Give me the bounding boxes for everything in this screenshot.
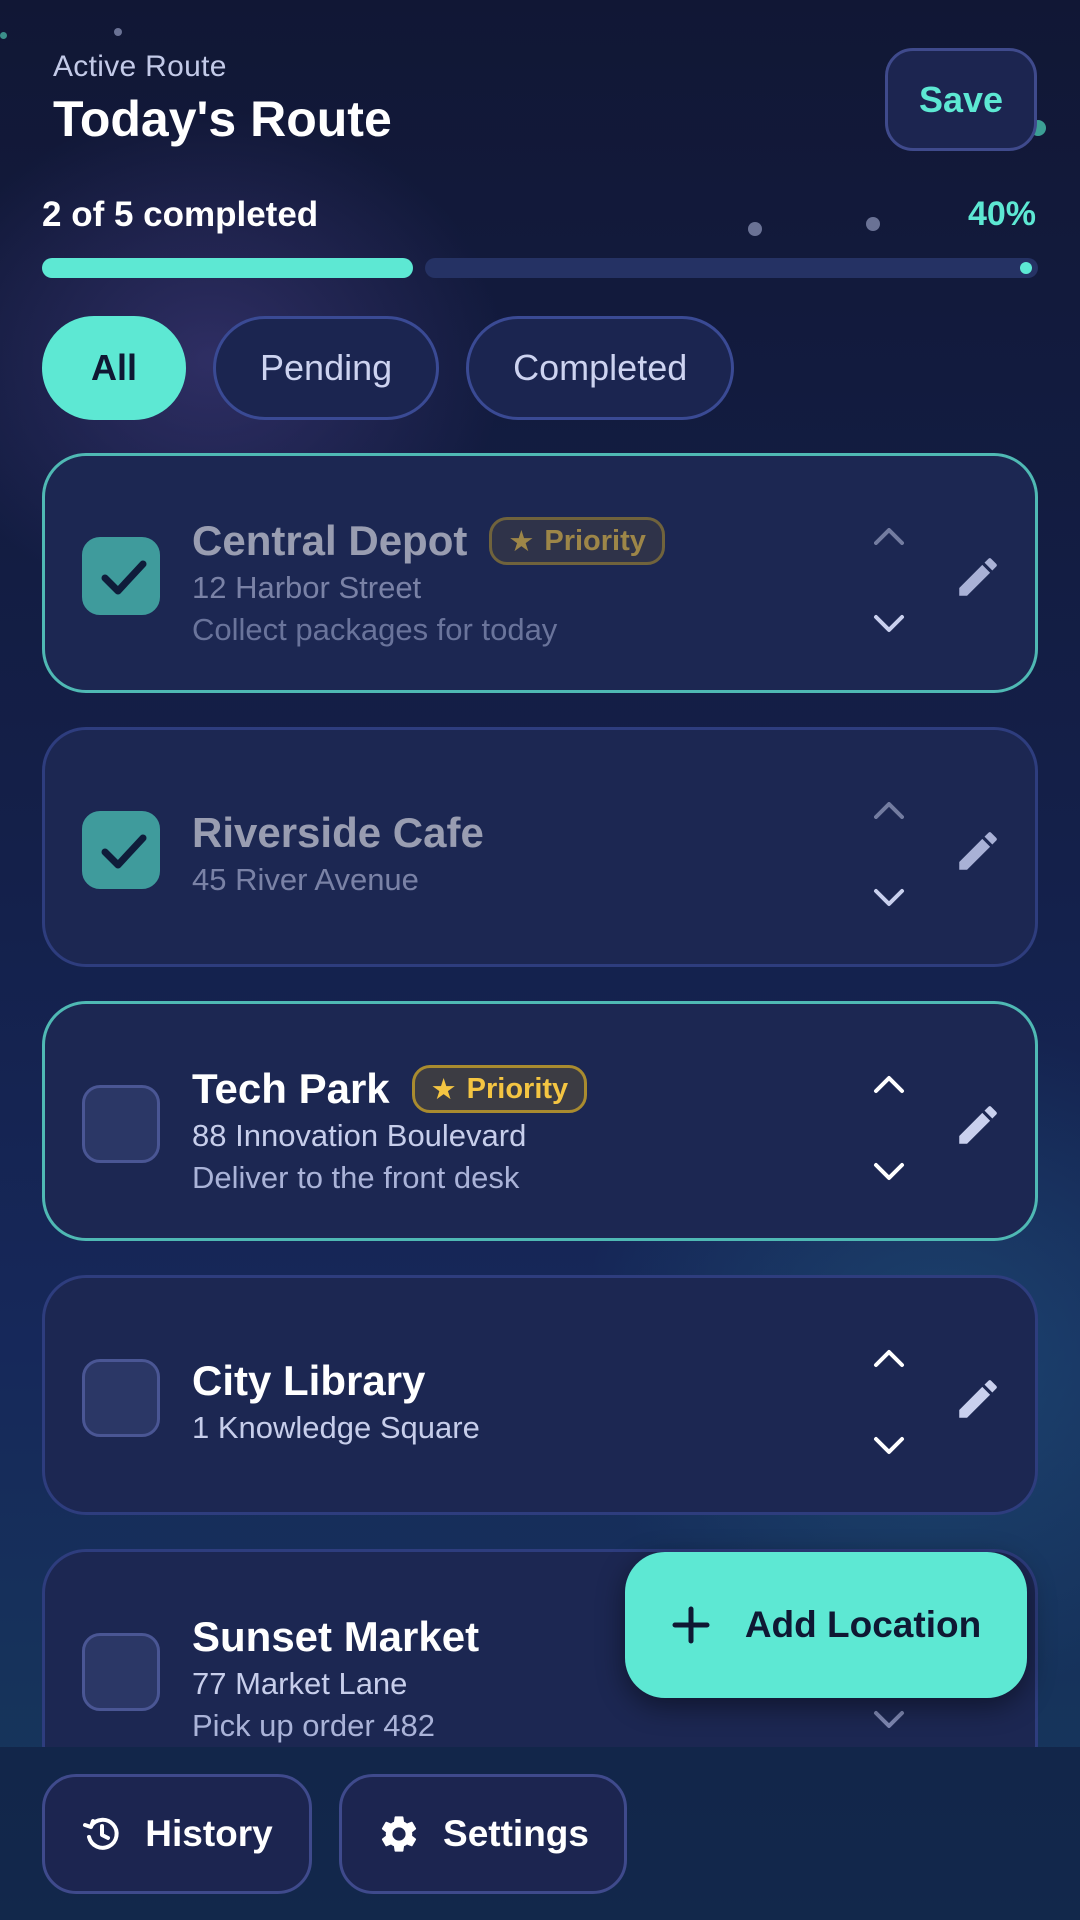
move-down-button[interactable] — [867, 1698, 911, 1742]
save-button[interactable]: Save — [885, 48, 1037, 151]
decorative-dot — [748, 222, 762, 236]
gear-icon — [381, 1816, 417, 1852]
chevron-down-icon — [874, 1163, 904, 1180]
filter-all[interactable]: All — [42, 316, 187, 420]
move-up-button[interactable] — [867, 1062, 911, 1106]
filter-completed[interactable]: Completed — [466, 316, 735, 420]
move-up-button[interactable] — [867, 514, 911, 558]
stop-note: Collect packages for today — [192, 612, 558, 647]
chevron-up-icon — [874, 528, 904, 545]
edit-button[interactable] — [953, 1374, 1003, 1424]
stop-note: Deliver to the front desk — [192, 1160, 520, 1195]
progress-fill — [42, 258, 413, 278]
pencil-icon — [959, 558, 997, 596]
move-down-button[interactable] — [867, 1424, 911, 1468]
stop-name: Tech Park — [192, 1065, 390, 1112]
decorative-dot — [0, 32, 7, 39]
stop-name: Central Depot — [192, 517, 468, 564]
stop-address: 45 River Avenue — [192, 862, 419, 897]
stop-address: 1 Knowledge Square — [192, 1410, 480, 1445]
pencil-icon — [959, 832, 997, 870]
stop-note: Pick up order 482 — [192, 1708, 435, 1743]
header: Active Route Today's Route — [53, 50, 392, 148]
move-down-button[interactable] — [867, 602, 911, 646]
progress-percent: 40% — [967, 195, 1036, 233]
history-icon — [83, 1817, 119, 1850]
move-up-button[interactable] — [867, 1336, 911, 1380]
checkmark-icon — [101, 834, 147, 869]
progress-label: 2 of 5 completed — [42, 195, 319, 234]
settings-button[interactable]: Settings — [339, 1774, 627, 1894]
progress-end-marker — [1020, 262, 1032, 274]
stop-name: City Library — [192, 1357, 426, 1404]
stop-card[interactable]: Central Depot ★ Priority 12 Harbor Stree… — [42, 453, 1038, 693]
page-title: Today's Route — [53, 91, 392, 147]
stop-card[interactable]: Tech Park ★ Priority 88 Innovation Boule… — [42, 1001, 1038, 1241]
stop-card[interactable]: Riverside Cafe 45 River Avenue — [42, 727, 1038, 967]
move-down-button[interactable] — [867, 876, 911, 920]
stop-details: Tech Park ★ Priority 88 Innovation Boule… — [192, 1062, 832, 1196]
stop-checkbox[interactable] — [82, 1359, 160, 1437]
stop-name: Riverside Cafe — [192, 809, 484, 856]
filter-pending[interactable]: Pending — [213, 316, 440, 420]
route-eyebrow: Active Route — [53, 50, 227, 83]
star-icon: ★ — [430, 1073, 457, 1106]
stop-address: 12 Harbor Street — [192, 570, 422, 605]
priority-badge: ★ Priority — [489, 517, 665, 565]
decorative-dot — [866, 217, 880, 231]
add-location-button[interactable]: Add Location — [625, 1552, 1027, 1698]
stop-details: Central Depot ★ Priority 12 Harbor Stree… — [192, 514, 832, 648]
chevron-down-icon — [874, 1711, 904, 1728]
stop-checkbox[interactable] — [82, 1633, 160, 1711]
star-icon: ★ — [508, 525, 535, 558]
plus-icon — [672, 1606, 710, 1644]
stop-checkbox[interactable] — [82, 537, 160, 615]
history-label: History — [145, 1813, 273, 1854]
stop-checkbox[interactable] — [82, 811, 160, 889]
chevron-down-icon — [874, 889, 904, 906]
add-location-label: Add Location — [744, 1604, 982, 1645]
priority-badge: ★ Priority — [411, 1065, 588, 1113]
priority-badge-label: Priority — [466, 1072, 569, 1105]
stop-details: City Library 1 Knowledge Square — [192, 1354, 832, 1446]
stop-address: 88 Innovation Boulevard — [192, 1118, 527, 1153]
stop-card[interactable]: City Library 1 Knowledge Square — [42, 1275, 1038, 1515]
decorative-dot — [114, 28, 122, 36]
chevron-up-icon — [874, 1350, 904, 1367]
progress-remaining — [425, 258, 1038, 278]
stop-checkbox[interactable] — [82, 1085, 160, 1163]
chevron-up-icon — [874, 802, 904, 819]
history-button[interactable]: History — [42, 1774, 312, 1894]
pencil-icon — [959, 1106, 997, 1144]
filter-chips: All Pending Completed — [42, 316, 735, 420]
stop-details: Riverside Cafe 45 River Avenue — [192, 806, 832, 898]
pencil-icon — [959, 1380, 997, 1418]
move-down-button[interactable] — [867, 1150, 911, 1194]
chevron-down-icon — [874, 615, 904, 632]
edit-button[interactable] — [953, 1100, 1003, 1150]
chevron-down-icon — [874, 1437, 904, 1454]
progress-bar — [42, 258, 1038, 278]
edit-button[interactable] — [953, 826, 1003, 876]
edit-button[interactable] — [953, 552, 1003, 602]
priority-badge-label: Priority — [544, 524, 646, 557]
move-up-button[interactable] — [867, 788, 911, 832]
checkmark-icon — [101, 560, 147, 595]
settings-label: Settings — [443, 1813, 589, 1854]
stop-name: Sunset Market — [192, 1613, 480, 1660]
chevron-up-icon — [874, 1076, 904, 1093]
